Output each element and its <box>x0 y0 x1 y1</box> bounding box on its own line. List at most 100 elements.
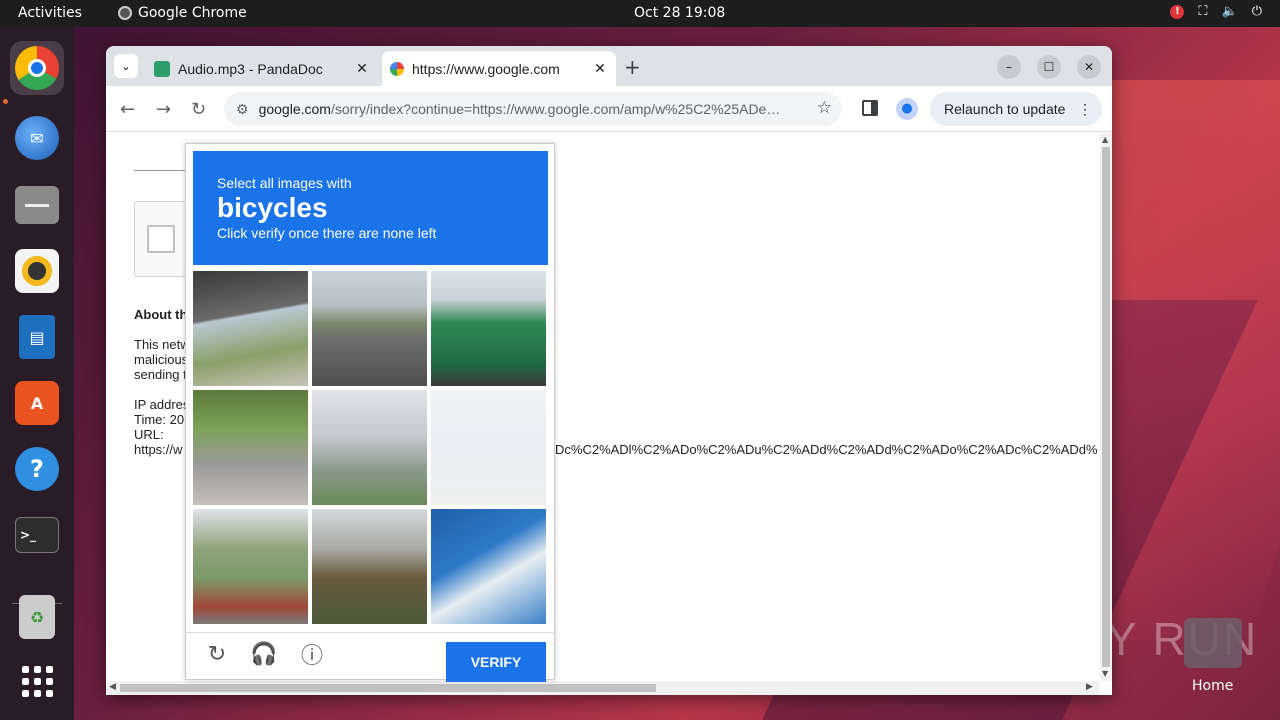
captcha-challenge: Select all images with bicycles Click ve… <box>185 143 555 682</box>
power-icon[interactable]: ⏻ <box>1252 4 1262 19</box>
tab-title: https://www.google.com <box>412 60 560 77</box>
recaptcha-checkbox[interactable] <box>147 225 175 253</box>
app-name: Google Chrome <box>138 5 247 21</box>
dock-terminal[interactable]: >_ <box>10 508 64 562</box>
relaunch-label: Relaunch to update <box>944 101 1066 117</box>
ip-line: IP addres <box>134 397 190 412</box>
captcha-footer: ↻ 🎧 ⓘ VERIFY <box>186 632 554 682</box>
back-icon[interactable]: ← <box>120 99 135 120</box>
info-icon[interactable]: ⓘ <box>299 641 325 668</box>
captcha-tile[interactable] <box>431 271 546 386</box>
horizontal-scrollbar[interactable]: ◀ ▶ <box>106 681 1100 695</box>
captcha-tile[interactable] <box>312 509 427 624</box>
new-tab-button[interactable]: + <box>624 55 641 79</box>
chrome-icon <box>15 46 59 90</box>
scroll-up-icon[interactable]: ▲ <box>1102 135 1108 144</box>
dock-trash[interactable]: ♻ <box>10 590 64 644</box>
captcha-keyword: bicycles <box>217 192 328 223</box>
close-window-button[interactable]: ✕ <box>1077 55 1101 79</box>
scroll-thumb[interactable] <box>120 684 656 692</box>
scroll-thumb[interactable] <box>1102 147 1110 667</box>
audio-challenge-icon[interactable]: 🎧 <box>250 641 277 667</box>
body-text: malicious <box>134 352 189 367</box>
verify-button[interactable]: VERIFY <box>446 642 546 682</box>
captcha-instruction: Select all images with <box>217 175 352 191</box>
activities-button[interactable]: Activities <box>18 5 82 21</box>
app-menu[interactable]: Google Chrome <box>118 5 247 21</box>
google-icon <box>390 61 404 76</box>
running-indicator <box>3 99 8 104</box>
scroll-down-icon[interactable]: ▼ <box>1102 669 1108 678</box>
url-text: https://w <box>134 442 183 457</box>
terminal-icon: >_ <box>15 517 59 553</box>
minimize-button[interactable]: – <box>997 55 1021 79</box>
home-label[interactable]: Home <box>1192 678 1233 694</box>
body-text: sending t <box>134 367 187 382</box>
tab-strip: ⌄ Audio.mp3 - PandaDoc ✕ https://www.goo… <box>106 46 1112 86</box>
network-icon[interactable]: ⛶ <box>1198 4 1207 19</box>
system-tray[interactable]: ! ⛶ 🔈 ⏻ <box>1170 4 1262 19</box>
toolbar: ← → ↻ ⚙ google.com /sorry/index?continue… <box>106 86 1112 132</box>
captcha-tile[interactable] <box>193 509 308 624</box>
address-bar[interactable]: ⚙ google.com /sorry/index?continue=https… <box>224 92 842 126</box>
dock-show-apps[interactable] <box>10 654 64 708</box>
app-center-icon: A <box>15 381 59 425</box>
scroll-right-icon[interactable]: ▶ <box>1086 682 1093 692</box>
dock-files[interactable] <box>10 178 64 232</box>
about-heading: About th <box>134 307 188 322</box>
trash-icon: ♻ <box>19 595 55 639</box>
thunderbird-icon: ✉ <box>15 116 59 160</box>
captcha-hint: Click verify once there are none left <box>217 225 437 241</box>
relaunch-button[interactable]: Relaunch to update ⋮ <box>930 92 1102 126</box>
tab-title: Audio.mp3 - PandaDoc <box>178 60 323 77</box>
captcha-tile[interactable] <box>193 271 308 386</box>
close-icon[interactable]: ✕ <box>590 60 610 77</box>
dock-chrome[interactable] <box>10 41 64 95</box>
files-icon <box>15 186 59 224</box>
reload-icon[interactable]: ↻ <box>204 641 230 667</box>
url-path: /sorry/index?continue=https://www.google… <box>330 101 781 117</box>
dock-thunderbird[interactable]: ✉ <box>10 111 64 165</box>
writer-icon: ▤ <box>19 315 55 359</box>
captcha-header: Select all images with bicycles Click ve… <box>193 151 548 265</box>
alert-icon[interactable]: ! <box>1170 4 1185 19</box>
dock: ✉ ▤ A ? >_ ♻ <box>0 27 74 720</box>
captcha-tile[interactable] <box>312 390 427 505</box>
reload-icon[interactable]: ↻ <box>191 99 206 120</box>
time-line: Time: 20 <box>134 412 185 427</box>
dock-app-center[interactable]: A <box>10 376 64 430</box>
dock-rhythmbox[interactable] <box>10 244 64 298</box>
pandadoc-icon <box>154 60 170 77</box>
dock-help[interactable]: ? <box>10 442 64 496</box>
url-label: URL: <box>134 427 164 442</box>
scroll-left-icon[interactable]: ◀ <box>109 682 116 692</box>
volume-icon[interactable]: 🔈 <box>1222 4 1238 19</box>
site-info-icon[interactable]: ⚙ <box>236 101 249 118</box>
chrome-icon <box>118 6 132 20</box>
maximize-button[interactable]: ☐ <box>1037 55 1061 79</box>
captcha-tile[interactable] <box>312 271 427 386</box>
home-folder-icon[interactable] <box>1184 618 1242 668</box>
rhythmbox-icon <box>15 249 59 293</box>
body-text: This netw <box>134 337 190 352</box>
tab-google[interactable]: https://www.google.com ✕ <box>382 51 616 86</box>
forward-icon[interactable]: → <box>156 99 171 120</box>
show-apps-icon <box>21 665 53 697</box>
close-icon[interactable]: ✕ <box>352 60 372 77</box>
captcha-tile[interactable] <box>431 509 546 624</box>
menu-icon[interactable]: ⋮ <box>1078 101 1092 118</box>
profile-icon[interactable]: ● <box>896 98 918 120</box>
dock-writer[interactable]: ▤ <box>10 310 64 364</box>
captcha-tile[interactable] <box>431 390 546 505</box>
bookmark-star-icon[interactable]: ☆ <box>817 98 832 118</box>
tab-pandadoc[interactable]: Audio.mp3 - PandaDoc ✕ <box>146 51 378 86</box>
url-text: Dc%C2%ADl%C2%ADo%C2%ADu%C2%ADd%C2%ADd%C2… <box>555 442 1098 457</box>
vertical-scrollbar[interactable]: ▲ ▼ <box>1100 133 1112 681</box>
tab-search-button[interactable]: ⌄ <box>114 54 138 78</box>
help-icon: ? <box>15 447 59 491</box>
side-panel-icon[interactable] <box>862 100 878 116</box>
captcha-tile[interactable] <box>193 390 308 505</box>
url-host: google.com <box>258 101 331 117</box>
top-bar: Activities Google Chrome Oct 28 19:08 ! … <box>0 0 1280 27</box>
clock[interactable]: Oct 28 19:08 <box>634 5 725 21</box>
